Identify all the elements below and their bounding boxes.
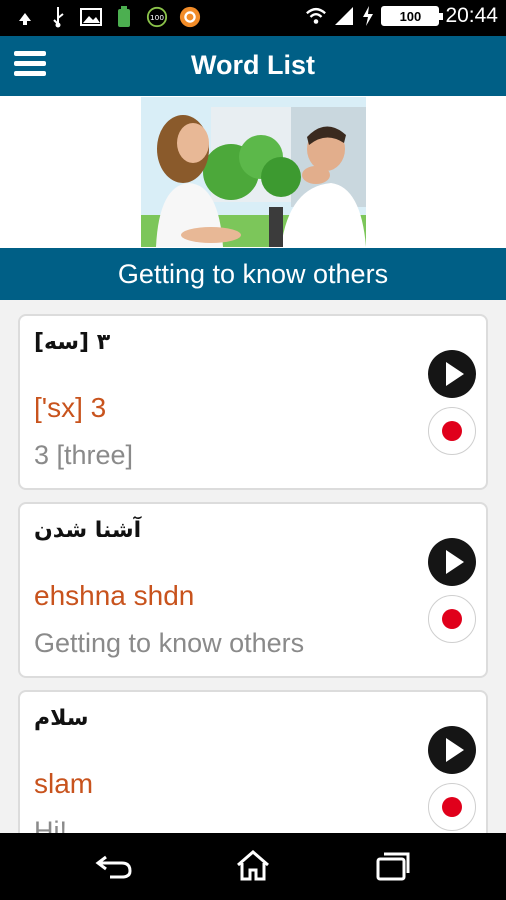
badge-100-icon: 100 <box>146 6 168 28</box>
notification-app-icon <box>179 6 201 28</box>
native-word: ۳ [سه] <box>34 330 111 355</box>
transliteration: slam <box>34 768 94 799</box>
usb-icon <box>47 6 69 28</box>
back-icon[interactable] <box>92 845 138 885</box>
play-audio-button[interactable] <box>428 726 476 774</box>
category-title: Getting to know others <box>0 248 506 300</box>
translation: Hi! <box>34 816 67 833</box>
couple-photo <box>141 97 366 247</box>
status-bar-notification-icons: 100 <box>14 6 201 28</box>
list-item[interactable]: سلام slam Hi! <box>18 690 488 833</box>
play-audio-button[interactable] <box>428 350 476 398</box>
native-word: آشنا شدن <box>34 518 142 543</box>
recent-apps-icon[interactable] <box>370 845 416 885</box>
charging-icon <box>361 5 375 27</box>
record-button[interactable] <box>428 783 476 831</box>
app-bar: Word List <box>0 36 506 96</box>
svg-text:100: 100 <box>150 13 164 22</box>
play-audio-button[interactable] <box>428 538 476 586</box>
home-icon[interactable] <box>230 845 276 885</box>
list-item[interactable]: ۳ [سه] ['sx] 3 3 [three] <box>18 314 488 490</box>
list-item[interactable]: آشنا شدن ehshna shdn Getting to know oth… <box>18 502 488 678</box>
usb-debug-icon <box>14 6 36 28</box>
status-time: 20:44 <box>445 4 498 27</box>
page-title: Word List <box>191 50 315 80</box>
record-button[interactable] <box>428 407 476 455</box>
status-bar: 100 100 20:44 <box>0 0 506 36</box>
wifi-icon <box>305 5 327 27</box>
image-icon <box>80 6 102 28</box>
translation: 3 [three] <box>34 440 134 470</box>
signal-icon <box>333 5 355 27</box>
transliteration: ehshna shdn <box>34 580 195 611</box>
system-nav-bar <box>0 833 506 900</box>
translation: Getting to know others <box>34 628 305 658</box>
record-button[interactable] <box>428 595 476 643</box>
transliteration: ['sx] 3 <box>34 392 107 423</box>
battery-saver-icon <box>113 6 135 28</box>
word-list: ۳ [سه] ['sx] 3 3 [three] آشنا شدن ehshna… <box>0 300 506 833</box>
native-word: سلام <box>34 706 89 731</box>
battery-indicator: 100 <box>381 6 444 26</box>
status-bar-system-icons: 100 20:44 <box>305 4 498 28</box>
